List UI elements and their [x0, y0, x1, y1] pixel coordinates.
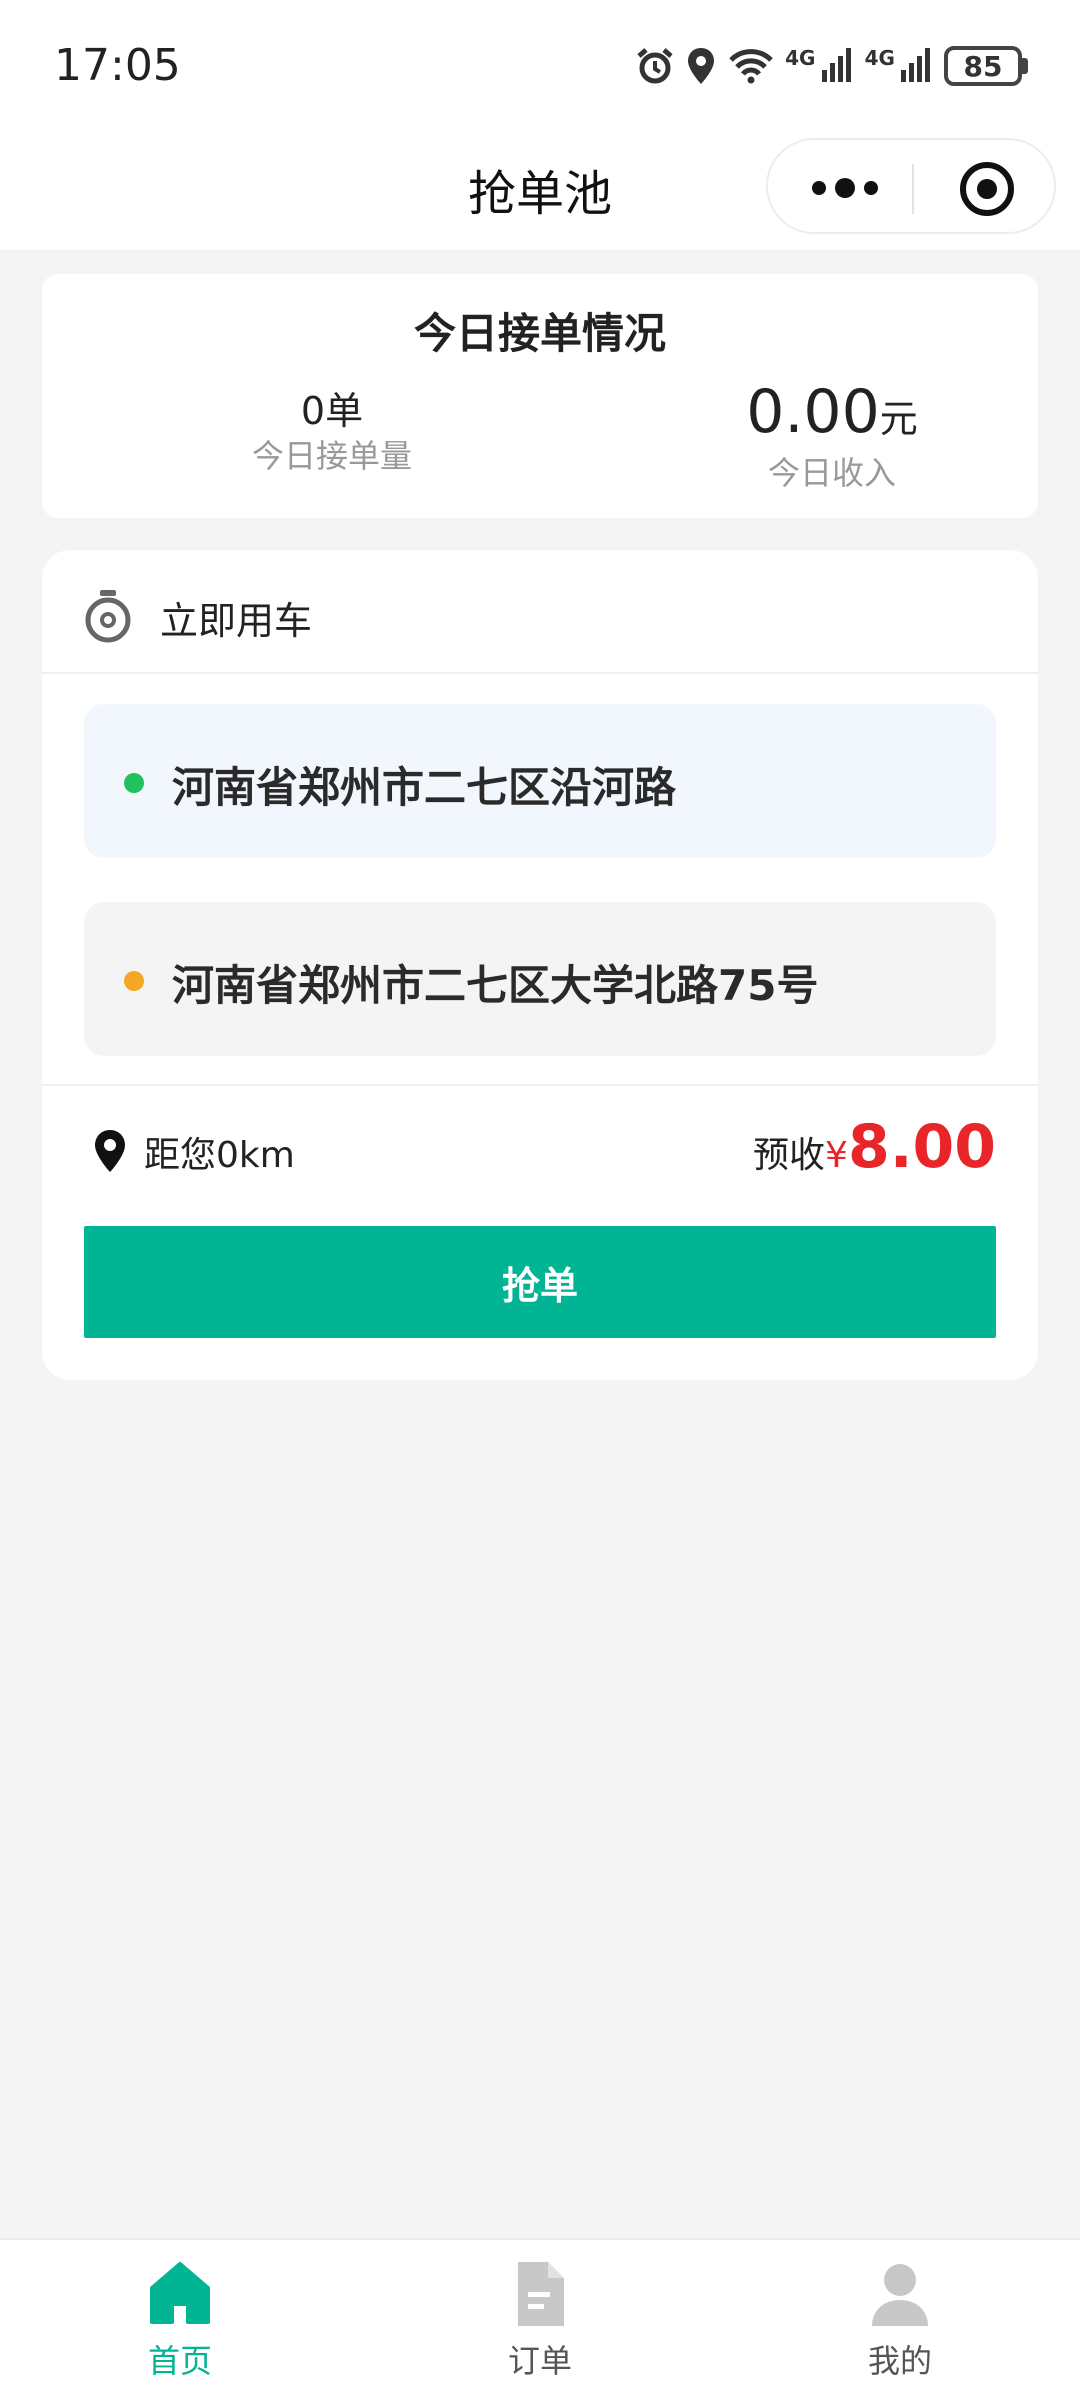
distance-text: 距您0km [144, 1135, 295, 1176]
order-count-stat: 0单 今日接单量 [162, 380, 502, 477]
cellular-signal-1: 4G [785, 46, 854, 86]
battery-icon: 85 [944, 46, 1028, 86]
dropoff-dot [124, 971, 144, 991]
miniprogram-capsule [766, 138, 1056, 234]
location-icon [688, 48, 715, 84]
pickup-address: 河南省郑州市二七区沿河路 [172, 763, 677, 812]
dropoff-address-box: 河南省郑州市二七区大学北路75号 [84, 902, 996, 1056]
income-value: 0.00 [746, 377, 880, 447]
order-count-value: 0单 [300, 389, 364, 433]
pickup-address-box: 河南省郑州市二七区沿河路 [84, 704, 996, 858]
tab-mine-label: 我的 [867, 2342, 932, 2380]
document-icon [518, 2262, 564, 2326]
order-type-label: 立即用车 [160, 599, 313, 643]
user-icon [872, 2264, 928, 2326]
fee-label: 预收 [753, 1135, 826, 1176]
dropoff-address: 河南省郑州市二七区大学北路75号 [172, 961, 819, 1010]
today-stats-card: 今日接单情况 0单 今日接单量 0.00元 今日收入 [42, 274, 1038, 518]
income-unit: 元 [879, 397, 918, 441]
map-pin-icon [95, 1130, 125, 1172]
capsule-divider [912, 164, 914, 214]
cellular-signal-2: 4G [865, 46, 934, 86]
status-time: 17:05 [54, 40, 181, 91]
status-bar: 17:05 4G 4G 85 [0, 0, 1080, 132]
income-label: 今日收入 [767, 454, 896, 492]
tab-home-label: 首页 [147, 2342, 212, 2380]
signal-bars-icon [901, 48, 930, 82]
order-card-header: 立即用车 [42, 550, 1038, 674]
pickup-dot [124, 773, 144, 793]
tab-mine[interactable]: 我的 [800, 2254, 1000, 2384]
battery-level: 85 [944, 46, 1022, 86]
navigation-bar: 抢单池 [0, 132, 1080, 250]
wifi-icon [729, 49, 773, 84]
alarm-icon [637, 48, 673, 84]
income-stat: 0.00元 今日收入 [632, 382, 1032, 494]
bottom-tab-bar: 首页 订单 我的 [0, 2238, 1080, 2388]
status-icons: 4G 4G 85 [635, 40, 1028, 92]
tab-home[interactable]: 首页 [80, 2254, 280, 2384]
stopwatch-icon [85, 590, 131, 643]
fee-amount: 8.00 [847, 1112, 996, 1182]
estimated-fee: 预收¥8.00 [753, 1112, 996, 1182]
tab-orders-label: 订单 [507, 2342, 572, 2380]
signal-bars-icon [821, 48, 851, 82]
more-icon[interactable] [812, 174, 878, 202]
tab-orders[interactable]: 订单 [440, 2254, 640, 2384]
home-icon [150, 2262, 210, 2324]
close-target-icon[interactable] [960, 162, 1014, 216]
card-divider [42, 1084, 1038, 1086]
stats-title: 今日接单情况 [413, 309, 666, 358]
order-count-label: 今日接单量 [251, 437, 412, 475]
order-card[interactable]: 立即用车 河南省郑州市二七区沿河路 河南省郑州市二七区大学北路75号 距您0km… [42, 550, 1038, 1380]
currency-symbol: ¥ [825, 1135, 848, 1176]
grab-order-button[interactable]: 抢单 [84, 1226, 996, 1338]
